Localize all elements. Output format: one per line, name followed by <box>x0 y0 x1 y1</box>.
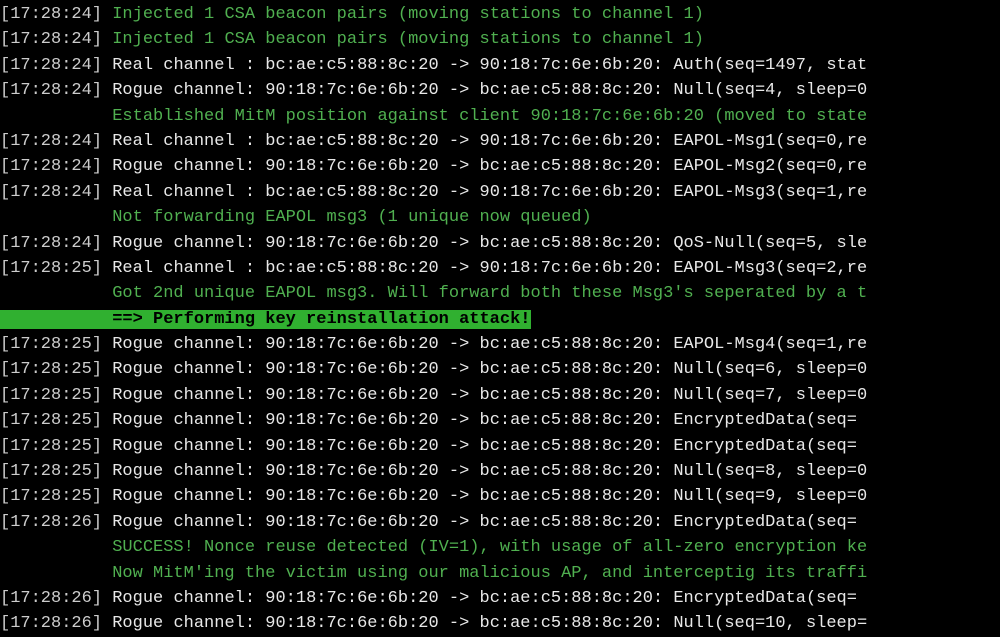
log-line: [17:28:25] Rogue channel: 90:18:7c:6e:6b… <box>0 459 1000 484</box>
log-text: Rogue channel: 90:18:7c:6e:6b:20 -> bc:a… <box>102 462 867 481</box>
log-line: [17:28:24] Rogue channel: 90:18:7c:6e:6b… <box>0 78 1000 103</box>
timestamp: [17:28:25] <box>0 259 102 278</box>
log-text: Rogue channel: 90:18:7c:6e:6b:20 -> bc:a… <box>102 487 867 506</box>
log-text: Injected 1 CSA beacon pairs (moving stat… <box>102 30 704 49</box>
log-line: [17:28:26] Rogue channel: 90:18:7c:6e:6b… <box>0 586 1000 611</box>
log-line: ==> Performing key reinstallation attack… <box>0 307 1000 332</box>
timestamp: [17:28:25] <box>0 487 102 506</box>
log-text: Rogue channel: 90:18:7c:6e:6b:20 -> bc:a… <box>102 411 857 430</box>
log-line: [17:28:24] Injected 1 CSA beacon pairs (… <box>0 2 1000 27</box>
log-line: Now MitM'ing the victim using our malici… <box>0 561 1000 586</box>
timestamp: [17:28:26] <box>0 614 102 633</box>
timestamp: [17:28:26] <box>0 513 102 532</box>
log-text: Established MitM position against client… <box>0 107 867 126</box>
timestamp: [17:28:25] <box>0 335 102 354</box>
timestamp: [17:28:26] <box>0 589 102 608</box>
log-line: [17:28:25] Rogue channel: 90:18:7c:6e:6b… <box>0 383 1000 408</box>
log-line: [17:28:25] Rogue channel: 90:18:7c:6e:6b… <box>0 357 1000 382</box>
log-line: Established MitM position against client… <box>0 104 1000 129</box>
log-line: [17:28:24] Real channel : bc:ae:c5:88:8c… <box>0 53 1000 78</box>
log-text: Rogue channel: 90:18:7c:6e:6b:20 -> bc:a… <box>102 234 867 253</box>
timestamp: [17:28:25] <box>0 437 102 456</box>
timestamp: [17:28:24] <box>0 56 102 75</box>
log-line: Not forwarding EAPOL msg3 (1 unique now … <box>0 205 1000 230</box>
log-line: [17:28:24] Real channel : bc:ae:c5:88:8c… <box>0 129 1000 154</box>
timestamp: [17:28:25] <box>0 386 102 405</box>
timestamp: [17:28:24] <box>0 5 102 24</box>
log-line: [17:28:25] Real channel : bc:ae:c5:88:8c… <box>0 256 1000 281</box>
log-line: [17:28:24] Injected 1 CSA beacon pairs (… <box>0 27 1000 52</box>
log-line: [17:28:24] Rogue channel: 90:18:7c:6e:6b… <box>0 231 1000 256</box>
timestamp: [17:28:25] <box>0 360 102 379</box>
timestamp: [17:28:24] <box>0 157 102 176</box>
log-text: Now MitM'ing the victim using our malici… <box>0 564 867 583</box>
log-text: Got 2nd unique EAPOL msg3. Will forward … <box>0 284 867 303</box>
log-text: Not forwarding EAPOL msg3 (1 unique now … <box>0 208 592 227</box>
log-text: Injected 1 CSA beacon pairs (moving stat… <box>102 5 704 24</box>
log-line: [17:28:25] Rogue channel: 90:18:7c:6e:6b… <box>0 408 1000 433</box>
log-line: [17:28:26] Rogue channel: 90:18:7c:6e:6b… <box>0 611 1000 636</box>
log-text: SUCCESS! Nonce reuse detected (IV=1), wi… <box>0 538 867 557</box>
terminal-output: [17:28:24] Injected 1 CSA beacon pairs (… <box>0 2 1000 637</box>
log-text: Rogue channel: 90:18:7c:6e:6b:20 -> bc:a… <box>102 81 867 100</box>
log-line: SUCCESS! Nonce reuse detected (IV=1), wi… <box>0 535 1000 560</box>
timestamp: [17:28:24] <box>0 132 102 151</box>
log-text: ==> Performing key reinstallation attack… <box>0 310 531 329</box>
log-text: Rogue channel: 90:18:7c:6e:6b:20 -> bc:a… <box>102 614 867 633</box>
log-text: Real channel : bc:ae:c5:88:8c:20 -> 90:1… <box>102 183 867 202</box>
log-text: Real channel : bc:ae:c5:88:8c:20 -> 90:1… <box>102 56 867 75</box>
log-line: [17:28:25] Rogue channel: 90:18:7c:6e:6b… <box>0 332 1000 357</box>
timestamp: [17:28:25] <box>0 462 102 481</box>
log-line: [17:28:26] Rogue channel: 90:18:7c:6e:6b… <box>0 510 1000 535</box>
log-line: [17:28:25] Rogue channel: 90:18:7c:6e:6b… <box>0 434 1000 459</box>
timestamp: [17:28:24] <box>0 81 102 100</box>
timestamp: [17:28:24] <box>0 183 102 202</box>
log-text: Real channel : bc:ae:c5:88:8c:20 -> 90:1… <box>102 259 867 278</box>
log-text: Rogue channel: 90:18:7c:6e:6b:20 -> bc:a… <box>102 513 857 532</box>
log-line: [17:28:24] Rogue channel: 90:18:7c:6e:6b… <box>0 154 1000 179</box>
log-text: Rogue channel: 90:18:7c:6e:6b:20 -> bc:a… <box>102 335 867 354</box>
timestamp: [17:28:24] <box>0 30 102 49</box>
timestamp: [17:28:24] <box>0 234 102 253</box>
log-text: Rogue channel: 90:18:7c:6e:6b:20 -> bc:a… <box>102 360 867 379</box>
log-line: [17:28:25] Rogue channel: 90:18:7c:6e:6b… <box>0 484 1000 509</box>
log-line: Got 2nd unique EAPOL msg3. Will forward … <box>0 281 1000 306</box>
log-text: Rogue channel: 90:18:7c:6e:6b:20 -> bc:a… <box>102 437 857 456</box>
log-text: Rogue channel: 90:18:7c:6e:6b:20 -> bc:a… <box>102 386 867 405</box>
timestamp: [17:28:25] <box>0 411 102 430</box>
log-line: [17:28:24] Real channel : bc:ae:c5:88:8c… <box>0 180 1000 205</box>
log-text: Rogue channel: 90:18:7c:6e:6b:20 -> bc:a… <box>102 157 867 176</box>
log-text: Rogue channel: 90:18:7c:6e:6b:20 -> bc:a… <box>102 589 857 608</box>
log-text: Real channel : bc:ae:c5:88:8c:20 -> 90:1… <box>102 132 867 151</box>
